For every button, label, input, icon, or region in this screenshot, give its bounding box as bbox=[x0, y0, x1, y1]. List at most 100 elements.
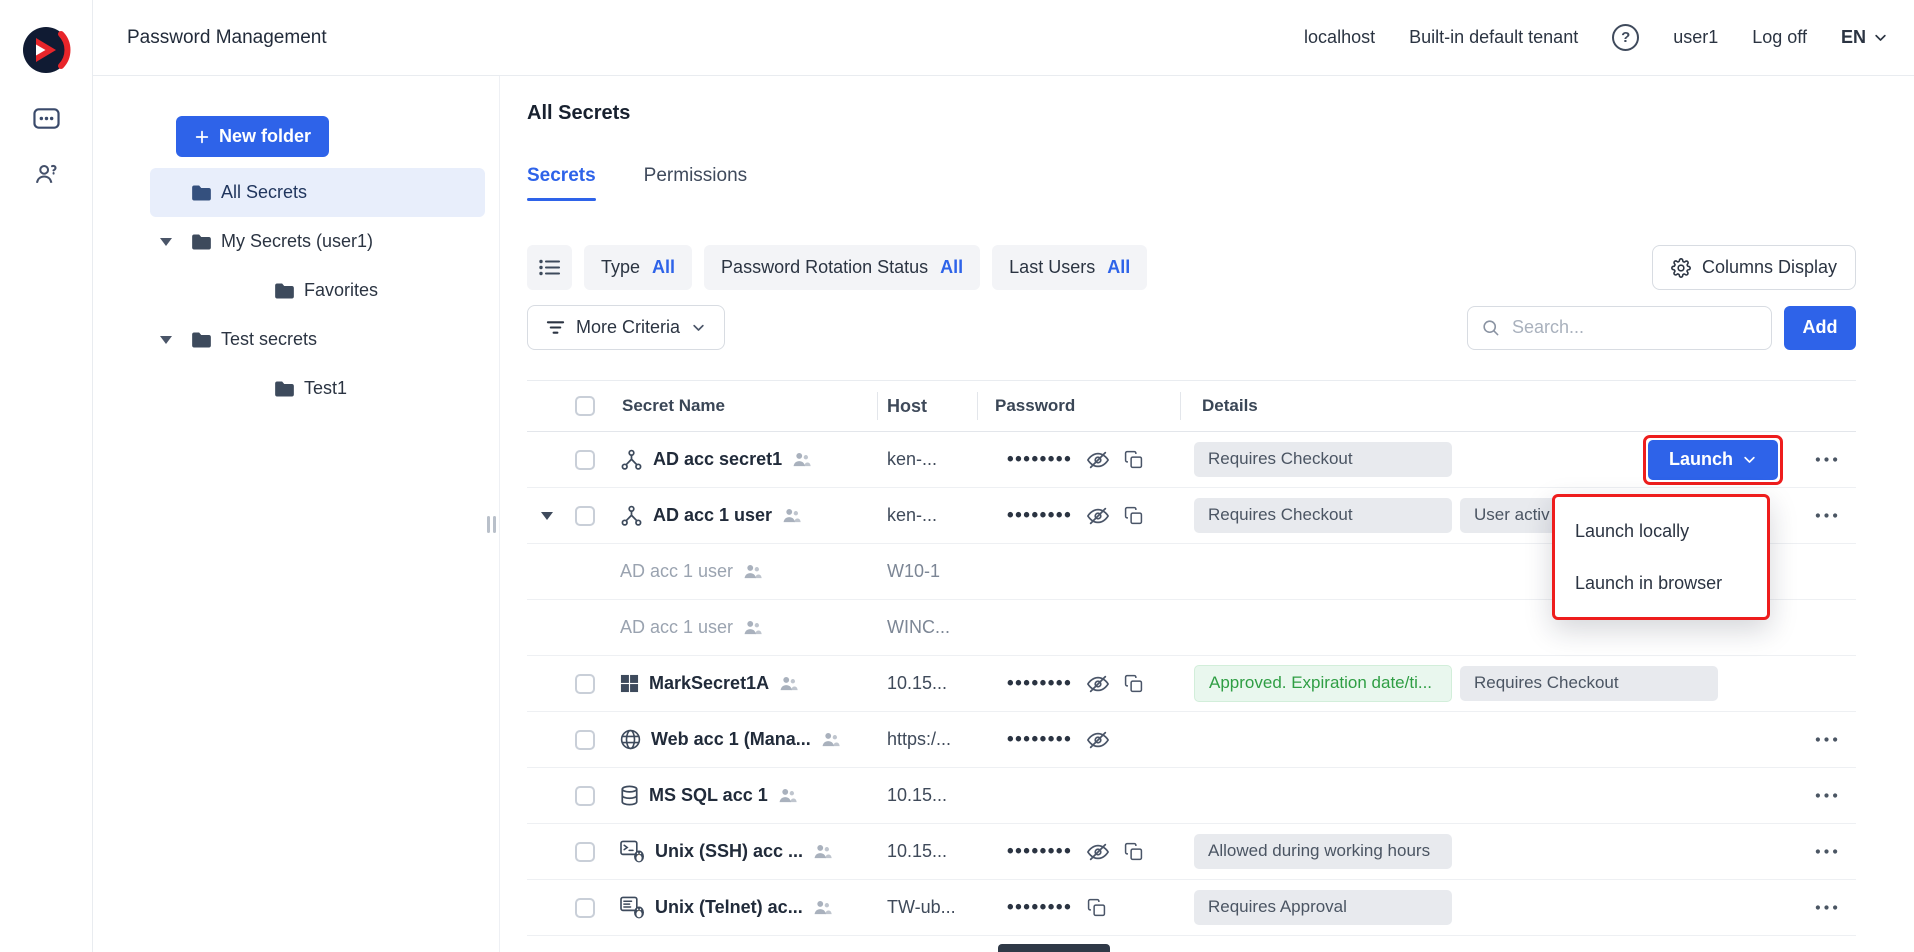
row-checkbox-cell bbox=[567, 488, 607, 543]
folder-item[interactable]: All Secrets bbox=[150, 168, 485, 217]
row-checkbox[interactable] bbox=[575, 506, 595, 526]
ellipsis-icon[interactable] bbox=[1815, 905, 1838, 910]
folder-icon bbox=[274, 282, 295, 300]
account-icon bbox=[813, 843, 832, 860]
password-mask: •••••••• bbox=[1007, 842, 1072, 861]
caret-down-icon[interactable] bbox=[160, 336, 182, 344]
folder-label: My Secrets (user1) bbox=[221, 231, 373, 252]
table-row[interactable]: Unix (SSH) acc ...10.15...••••••••Allowe… bbox=[527, 824, 1856, 880]
ellipsis-icon[interactable] bbox=[1815, 457, 1838, 462]
eye-off-icon[interactable] bbox=[1087, 729, 1109, 751]
ellipsis-icon[interactable] bbox=[1815, 737, 1838, 742]
account-icon bbox=[782, 507, 801, 524]
row-checkbox[interactable] bbox=[575, 786, 595, 806]
folder-item[interactable]: Test secrets bbox=[150, 315, 485, 364]
host-cell: ken-... bbox=[877, 432, 977, 487]
select-all-checkbox[interactable] bbox=[575, 396, 595, 416]
launch-menu-item[interactable]: Launch locally bbox=[1555, 505, 1767, 557]
host-value: 10.15... bbox=[887, 785, 947, 806]
folder-icon bbox=[191, 233, 212, 251]
filter-label: Last Users bbox=[1009, 257, 1095, 278]
tab-permissions[interactable]: Permissions bbox=[644, 165, 747, 201]
account-icon bbox=[779, 675, 798, 692]
row-checkbox[interactable] bbox=[575, 674, 595, 694]
ellipsis-icon[interactable] bbox=[1815, 849, 1838, 854]
add-button[interactable]: Add bbox=[1784, 306, 1856, 350]
launch-menu-item[interactable]: Launch in browser bbox=[1555, 557, 1767, 609]
language-selector[interactable]: EN bbox=[1841, 27, 1888, 48]
ellipsis-icon[interactable] bbox=[1815, 513, 1838, 518]
row-checkbox[interactable] bbox=[575, 450, 595, 470]
copy-icon[interactable] bbox=[1124, 506, 1143, 525]
details-cell bbox=[1180, 768, 1610, 823]
table-row[interactable]: MarkSecret1A10.15...••••••••Approved. Ex… bbox=[527, 656, 1856, 712]
row-caret-cell bbox=[527, 880, 567, 935]
sidebar-resize-handle[interactable] bbox=[487, 516, 496, 533]
host-value: W10-1 bbox=[887, 561, 940, 582]
folder-item[interactable]: Favorites bbox=[150, 266, 485, 315]
ellipsis-icon[interactable] bbox=[1815, 793, 1838, 798]
account-icon bbox=[821, 731, 840, 748]
folder-item[interactable]: My Secrets (user1) bbox=[150, 217, 485, 266]
row-actions-cell bbox=[1610, 712, 1856, 767]
table-row[interactable]: MS SQL acc 110.15... bbox=[527, 768, 1856, 824]
folder-item[interactable]: Test1 bbox=[150, 364, 485, 413]
password-cell bbox=[977, 544, 1180, 599]
host-value: TW-ub... bbox=[887, 897, 956, 918]
copy-icon[interactable] bbox=[1124, 842, 1143, 861]
eye-off-icon[interactable] bbox=[1087, 673, 1109, 695]
details-cell bbox=[1180, 712, 1610, 767]
host-cell: TW-ub... bbox=[877, 880, 977, 935]
table-row[interactable]: AD acc secret1ken-...••••••••Requires Ch… bbox=[527, 432, 1856, 488]
user-menu[interactable]: user1 bbox=[1673, 27, 1718, 48]
table-row[interactable]: Web acc 1 (Mana...https:/...•••••••• bbox=[527, 712, 1856, 768]
list-view-button[interactable] bbox=[527, 245, 572, 290]
search-input[interactable] bbox=[1467, 306, 1772, 350]
row-expand-caret-icon[interactable] bbox=[527, 488, 567, 543]
tab-secrets[interactable]: Secrets bbox=[527, 165, 596, 201]
new-folder-button[interactable]: New folder bbox=[176, 116, 329, 157]
row-checkbox-cell bbox=[567, 544, 607, 599]
filter-chip[interactable]: TypeAll bbox=[584, 245, 692, 290]
host-value: ken-... bbox=[887, 505, 937, 526]
copy-icon[interactable] bbox=[1124, 674, 1143, 693]
launch-button[interactable]: Launch bbox=[1648, 440, 1778, 480]
folder-tree: All Secrets My Secrets (user1) Favorites Te… bbox=[93, 168, 499, 413]
chevron-down-icon bbox=[1742, 452, 1757, 467]
row-caret-cell bbox=[527, 544, 567, 599]
columns-display-button[interactable]: Columns Display bbox=[1652, 245, 1856, 290]
password-cell: •••••••• bbox=[977, 880, 1180, 935]
user-session-icon[interactable] bbox=[29, 159, 63, 189]
secret-name: AD acc 1 user bbox=[620, 617, 733, 638]
account-icon bbox=[792, 451, 811, 468]
filter-chip[interactable]: Last UsersAll bbox=[992, 245, 1147, 290]
row-checkbox[interactable] bbox=[575, 842, 595, 862]
row-caret-cell bbox=[527, 656, 567, 711]
eye-off-icon[interactable] bbox=[1087, 505, 1109, 527]
more-criteria-button[interactable]: More Criteria bbox=[527, 305, 725, 350]
copy-icon[interactable] bbox=[1087, 898, 1106, 917]
server-name: localhost bbox=[1304, 27, 1375, 48]
row-actions-cell bbox=[1718, 656, 1914, 711]
secret-name-cell: Web acc 1 (Mana... bbox=[607, 712, 877, 767]
filter-label: Password Rotation Status bbox=[721, 257, 928, 278]
secret-name: AD acc secret1 bbox=[653, 449, 782, 470]
row-checkbox[interactable] bbox=[575, 898, 595, 918]
row-caret-cell bbox=[527, 824, 567, 879]
secret-name-cell: AD acc 1 user bbox=[607, 600, 877, 655]
secret-name-cell: Unix (Telnet) ac... bbox=[607, 880, 877, 935]
folder-label: Test secrets bbox=[221, 329, 317, 350]
help-icon[interactable]: ? bbox=[1612, 24, 1639, 51]
caret-down-icon[interactable] bbox=[160, 238, 182, 246]
filter-chip[interactable]: Password Rotation Status All bbox=[704, 245, 980, 290]
folder-sidebar: New folder All Secrets My Secrets (user1)… bbox=[93, 76, 500, 952]
eye-off-icon[interactable] bbox=[1087, 841, 1109, 863]
table-row[interactable]: Unix (Telnet) ac...TW-ub...••••••••Requi… bbox=[527, 880, 1856, 936]
eye-off-icon[interactable] bbox=[1087, 449, 1109, 471]
copy-icon[interactable] bbox=[1124, 450, 1143, 469]
filter-value: All bbox=[940, 257, 963, 278]
vault-icon[interactable] bbox=[29, 103, 63, 133]
row-checkbox[interactable] bbox=[575, 730, 595, 750]
log-off-button[interactable]: Log off bbox=[1752, 27, 1807, 48]
row-caret-cell bbox=[527, 768, 567, 823]
